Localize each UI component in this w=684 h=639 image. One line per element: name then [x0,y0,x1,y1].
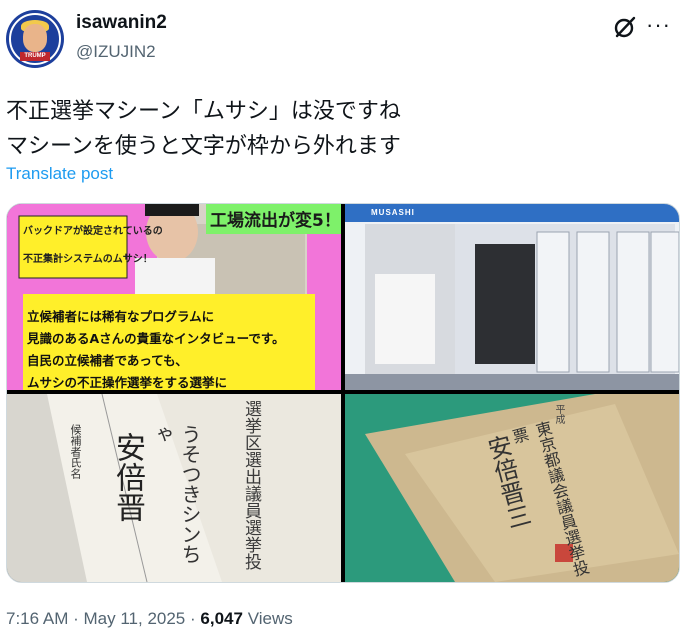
translate-post-link[interactable]: Translate post [6,164,113,184]
post-meta: 7:16 AM · May 11, 2025 · 6,047 Views [6,609,293,629]
tweet-text-line-1: 不正選挙マシーン「ムサシ」は没ですね [6,99,401,124]
media-image-2[interactable]: MUSASHI [345,204,679,390]
media-image-4[interactable]: 東京都議会議員選挙投票 平成 安倍晋三 [345,394,679,582]
machine-label: MUSASHI [371,208,415,217]
media-image-1[interactable]: 工場流出が変5！ バックドアが設定されているの 不正集計システムのムサシ！ 立候… [7,204,341,390]
label-fraud-system: 不正集計システムのムサシ！ [23,254,153,265]
avatar-face [23,24,47,52]
media-image-3[interactable]: 候補者氏名 安倍晋 うそつきシンちゃ 選挙区選出議員選挙投 [7,394,341,582]
envelope-era: 平成 [553,404,564,424]
caption-line-2: 見識のあるAさんの貴重なインタビューです。 [27,331,285,346]
tweet-text-line-2: マシーンを使うと文字が枠から外れます [6,134,401,159]
views-label: Views [247,609,293,628]
avatar-badge: TRUMP [20,52,50,61]
counting-machine-photo [345,204,679,390]
author-name[interactable]: isawanin2 [76,12,167,34]
meta-separator: · [73,609,79,628]
caption-line-4: ムサシの不正操作選挙をする選挙に [27,375,228,390]
post-date[interactable]: May 11, 2025 [84,609,186,628]
handwriting-note: うそつきシンちゃ [149,424,202,564]
author-handle[interactable]: @IZUJIN2 [76,42,156,62]
caption-line-3: 自民の立候補者であっても、 [27,353,188,368]
handwriting-name: 安倍晋 [110,432,145,522]
ballot-stamp-label: 候補者氏名 [69,424,82,479]
banner-top-text: 工場流出が変5！ [210,211,341,231]
avatar[interactable]: TRUMP [6,10,64,68]
meta-separator: · [190,609,196,628]
label-backdoor: バックドアが設定されているの [23,226,163,237]
ballot-printed-title: 選挙区選出議員選挙投 [241,400,261,570]
views-count: 6,047 [200,609,243,628]
grok-icon[interactable] [612,14,638,40]
post-time[interactable]: 7:16 AM [6,609,68,628]
media-grid: 工場流出が変5！ バックドアが設定されているの 不正集計システムのムサシ！ 立候… [6,203,680,583]
caption-line-1: 立候補者には稀有なプログラムに [27,309,215,324]
more-icon[interactable]: ··· [646,12,671,38]
